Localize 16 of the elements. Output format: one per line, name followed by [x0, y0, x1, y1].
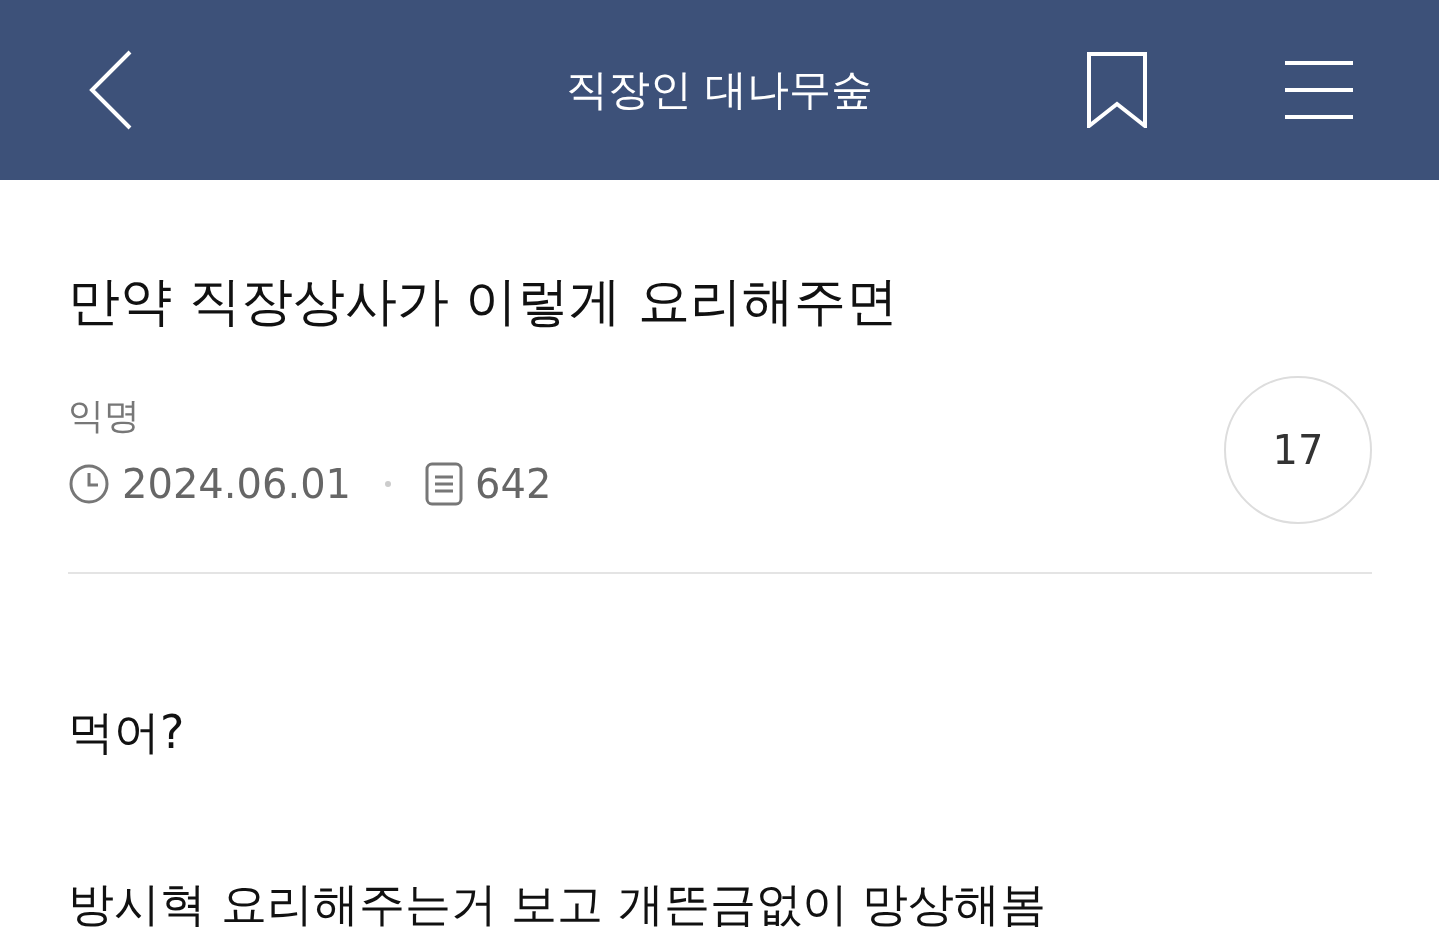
menu-button[interactable] [1285, 61, 1353, 119]
menu-icon [1285, 61, 1353, 119]
page-title: 직장인 대나무숲 [565, 65, 874, 114]
document-icon [425, 462, 464, 507]
back-icon [88, 50, 134, 130]
view-count: 642 [475, 461, 552, 508]
post-date: 2024.06.01 [122, 461, 352, 508]
bookmark-icon [1087, 52, 1147, 128]
body-text: 방시혁 요리해주는거 보고 개뜬금없이 망상해봄 [68, 876, 1047, 931]
post-title: 만약 직장상사가 이렇게 요리해주면 [68, 270, 899, 333]
clock-icon [68, 463, 110, 506]
author-name: 익명 [68, 395, 140, 437]
body-text: 먹어? [68, 704, 185, 759]
back-button[interactable] [88, 50, 134, 130]
comment-count[interactable]: 17 [1224, 375, 1372, 524]
bookmark-button[interactable] [1087, 52, 1147, 128]
